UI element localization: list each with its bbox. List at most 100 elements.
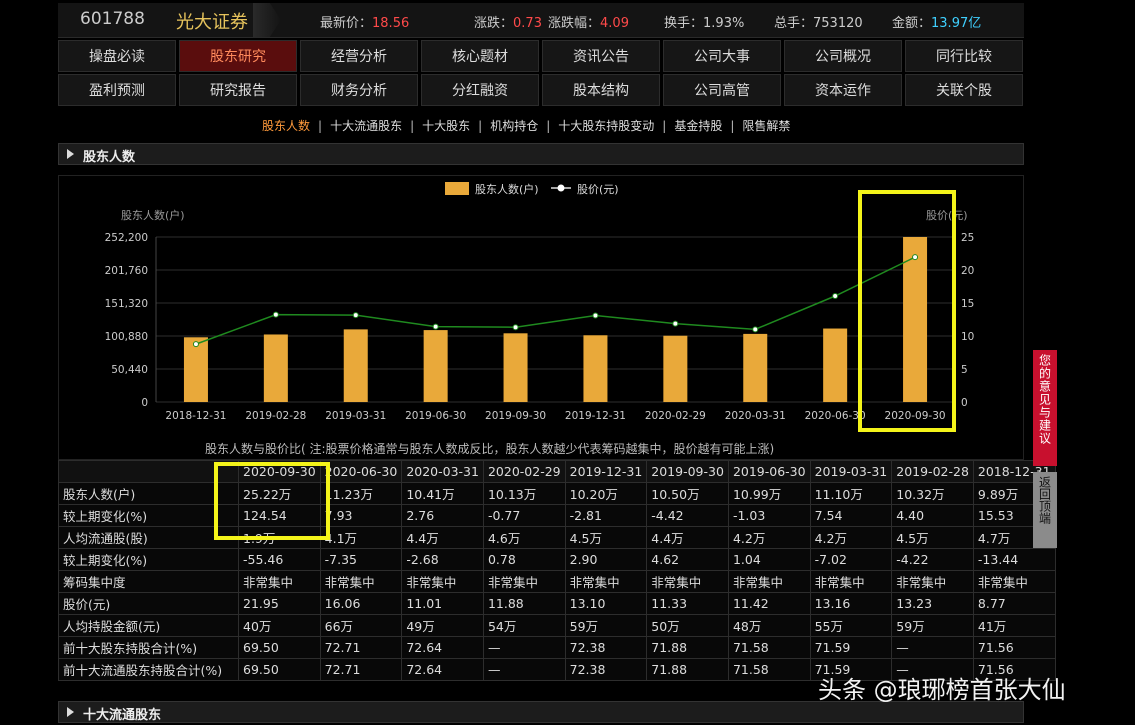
nav-tab[interactable]: 操盘必读 (58, 40, 176, 72)
y-tick-label: 0 (141, 397, 148, 409)
subnav-separator: | (318, 119, 323, 133)
nav-tab[interactable]: 资本运作 (784, 74, 902, 106)
table-row: 人均持股金额(元) 40万 66万 49万 54万 59万 50万 48万 55万 59万 41万 (58, 614, 1056, 637)
subnav-link[interactable]: 基金持股 (674, 119, 722, 133)
table-cell: 49万 (401, 614, 484, 637)
table-cell: 4.2万 (727, 526, 811, 549)
y-axis-title: 股东人数(户) (121, 208, 185, 222)
table-cell: -55.46 (238, 548, 321, 571)
table-cell: 54万 (482, 614, 566, 637)
table-row: 较上期变化(%) -55.46 -7.35 -2.68 0.78 2.90 4.62 1.04… (58, 548, 1056, 571)
bar (423, 330, 448, 402)
table-header-cell: 2020-02-29 (482, 460, 566, 483)
feedback-label: 您的意见与建议 (1037, 354, 1052, 445)
row-label: 股东人数(户) (58, 482, 239, 505)
table-cell: 72.38 (564, 636, 648, 659)
table-cell: -4.42 (646, 504, 729, 527)
nav-tab[interactable]: 股东研究 (179, 40, 297, 72)
subnav-link[interactable]: 十大股东 (422, 119, 470, 133)
table-header-row: 2020-09-30 2020-06-30 2020-03-31 2020-02-29… (58, 460, 1056, 483)
nav-tab[interactable]: 同行比较 (905, 40, 1023, 72)
table-cell: 2.76 (401, 504, 484, 527)
table-cell: 0.78 (482, 548, 566, 571)
table-cell: 4.4万 (646, 526, 729, 549)
watermark: 头条 @琅琊榜首张大仙 (818, 676, 1066, 704)
nav-tab[interactable]: 公司高管 (663, 74, 781, 106)
back-to-top-button[interactable]: 返回顶端 (1033, 472, 1057, 548)
table-row: 筹码集中度 非常集中 非常集中 非常集中 非常集中 非常集中 非常集中 非常集中 非常集中 非常集… (58, 570, 1056, 593)
price-point (512, 324, 519, 331)
table-cell: 10.50万 (646, 482, 729, 505)
subnav-link[interactable]: 十大股东持股变动 (558, 119, 654, 133)
table-cell: 4.5万 (564, 526, 648, 549)
table-header-cell: 2020-03-31 (401, 460, 484, 483)
quote-value: 0.73 (513, 16, 542, 31)
table-cell: 4.40 (891, 504, 974, 527)
subnav-link[interactable]: 机构持仓 (490, 119, 538, 133)
nav-tab[interactable]: 盈利预测 (58, 74, 176, 106)
table-cell: 11.23万 (319, 482, 403, 505)
table-cell: 13.16 (809, 592, 893, 615)
x-tick-label: 2020-03-31 (725, 410, 786, 422)
quote-item: 涨跌：0.73 (474, 12, 542, 31)
table-cell: 16.06 (319, 592, 403, 615)
subnav-link[interactable]: 十大流通股东 (330, 119, 402, 133)
table-header-cell: 2019-12-31 (564, 460, 648, 483)
table-cell: 11.01 (401, 592, 484, 615)
nav-tab[interactable]: 研究报告 (179, 74, 297, 106)
table-cell: 41万 (972, 614, 1056, 637)
nav-tab[interactable]: 关联个股 (905, 74, 1023, 106)
subnav-separator: | (478, 119, 483, 133)
table-cell: 4.1万 (319, 526, 403, 549)
table-cell: -0.77 (482, 504, 566, 527)
nav-tab[interactable]: 公司概况 (784, 40, 902, 72)
table-cell: -7.35 (319, 548, 403, 571)
table-cell: 13.10 (564, 592, 648, 615)
nav-tab[interactable]: 资讯公告 (542, 40, 660, 72)
subnav-separator: | (730, 119, 735, 133)
table-cell: -2.81 (564, 504, 648, 527)
nav-tab[interactable]: 财务分析 (300, 74, 418, 106)
x-tick-label: 2019-06-30 (405, 410, 466, 422)
table-cell: 非常集中 (646, 570, 729, 593)
nav-tab[interactable]: 经营分析 (300, 40, 418, 72)
table-cell: 72.71 (319, 658, 403, 681)
x-tick-label: 2019-12-31 (565, 410, 626, 422)
table-cell: 72.64 (401, 658, 484, 681)
y2-tick-label: 25 (961, 232, 974, 244)
table-cell: -7.02 (809, 548, 893, 571)
subnav-link[interactable]: 股东人数 (262, 119, 310, 133)
table-cell: 4.6万 (482, 526, 566, 549)
table-row: 股价(元) 21.95 16.06 11.01 11.88 13.10 11.33 11.42… (58, 592, 1056, 615)
nav-tab[interactable]: 核心题材 (421, 40, 539, 72)
y2-tick-label: 5 (961, 364, 968, 376)
table-cell: 11.33 (646, 592, 729, 615)
bar (583, 335, 608, 402)
quote-value: 4.09 (600, 16, 629, 31)
table-cell: 59万 (891, 614, 974, 637)
table-cell: 71.88 (646, 658, 729, 681)
price-point (752, 326, 759, 333)
table-cell: 71.59 (809, 636, 893, 659)
price-point (592, 312, 599, 319)
table-cell: 48万 (727, 614, 811, 637)
table-cell: — (891, 636, 974, 659)
table-cell: -13.44 (972, 548, 1056, 571)
y2-tick-label: 0 (961, 397, 968, 409)
price-point (832, 293, 839, 300)
feedback-button[interactable]: 您的意见与建议 (1033, 350, 1057, 466)
table-cell: 非常集中 (891, 570, 974, 593)
table-cell: 11.10万 (809, 482, 893, 505)
table-cell: -2.68 (401, 548, 484, 571)
table-cell: 10.32万 (891, 482, 974, 505)
highlight-box-chart (858, 190, 956, 432)
nav-tab[interactable]: 公司大事 (663, 40, 781, 72)
nav-tab[interactable]: 分红融资 (421, 74, 539, 106)
legend-label-line: 股价(元) (577, 183, 619, 196)
nav-tab[interactable]: 股本结构 (542, 74, 660, 106)
row-label: 前十大流通股东持股合计(%) (58, 658, 239, 681)
table-cell: — (482, 636, 566, 659)
subnav-link[interactable]: 限售解禁 (742, 119, 790, 133)
table-cell: 10.99万 (727, 482, 811, 505)
section-header-holders[interactable]: 股东人数 (58, 143, 1024, 165)
